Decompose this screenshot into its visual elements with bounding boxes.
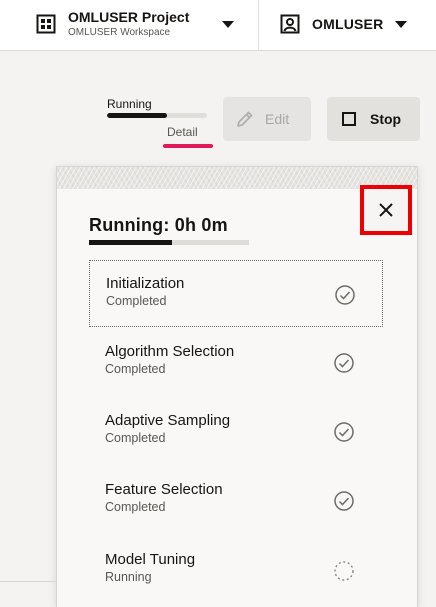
step-feature-selection[interactable]: Feature Selection Completed [89, 467, 383, 534]
step-status: Completed [105, 431, 166, 445]
close-button[interactable] [360, 185, 412, 235]
stop-button[interactable]: Stop [327, 97, 420, 141]
header-divider [258, 0, 259, 50]
step-name: Model Tuning [105, 551, 196, 568]
spinner-icon [334, 561, 354, 581]
edit-button[interactable]: Edit [223, 97, 311, 141]
step-status: Completed [106, 294, 167, 308]
project-title: OMLUSER Project [68, 9, 190, 25]
divider [0, 581, 56, 582]
pencil-icon [237, 111, 253, 127]
step-initialization[interactable]: Initialization Completed [89, 260, 383, 327]
check-circle-icon [334, 422, 354, 442]
grid-icon [36, 14, 56, 33]
step-name: Adaptive Sampling [105, 412, 231, 429]
panel-progress-fill [89, 240, 173, 245]
status-progress-bar [107, 113, 207, 118]
step-name: Initialization [106, 275, 185, 292]
user-label: OMLUSER [312, 16, 384, 32]
project-selector[interactable]: OMLUSER Project OMLUSER Workspace [36, 8, 189, 39]
run-status: Running [107, 97, 207, 118]
detail-link-label: Detail [167, 125, 198, 139]
check-circle-icon [335, 285, 355, 305]
step-status: Completed [105, 500, 166, 514]
user-icon [280, 14, 300, 34]
app-header: OMLUSER Project OMLUSER Workspace OMLUSE… [0, 0, 436, 51]
detail-link[interactable]: Detail [163, 123, 213, 148]
stop-button-label: Stop [370, 111, 402, 127]
step-name: Feature Selection [105, 481, 223, 498]
project-text: OMLUSER Project OMLUSER Workspace [68, 8, 189, 39]
edit-button-label: Edit [265, 111, 290, 127]
panel-title: Running: 0h 0m [89, 215, 228, 235]
step-status: Running [105, 570, 152, 584]
user-menu[interactable]: OMLUSER [280, 14, 383, 34]
detail-underline [163, 144, 213, 148]
project-subtitle: OMLUSER Workspace [68, 27, 171, 38]
check-circle-icon [334, 353, 354, 373]
chevron-down-icon[interactable] [222, 21, 234, 28]
stop-icon [342, 112, 356, 126]
status-label: Running [107, 97, 152, 111]
status-progress-fill [107, 113, 167, 118]
chevron-down-icon[interactable] [395, 21, 407, 28]
check-circle-icon [334, 491, 354, 511]
step-adaptive-sampling[interactable]: Adaptive Sampling Completed [89, 398, 383, 465]
close-icon [379, 203, 393, 217]
step-name: Algorithm Selection [105, 343, 235, 360]
step-status: Completed [105, 362, 166, 376]
step-algorithm-selection[interactable]: Algorithm Selection Completed [89, 329, 383, 396]
step-model-tuning[interactable]: Model Tuning Running [89, 537, 383, 604]
panel-progress-bar [89, 240, 249, 245]
run-detail-panel: Running: 0h 0m Initialization Completed … [56, 166, 418, 607]
